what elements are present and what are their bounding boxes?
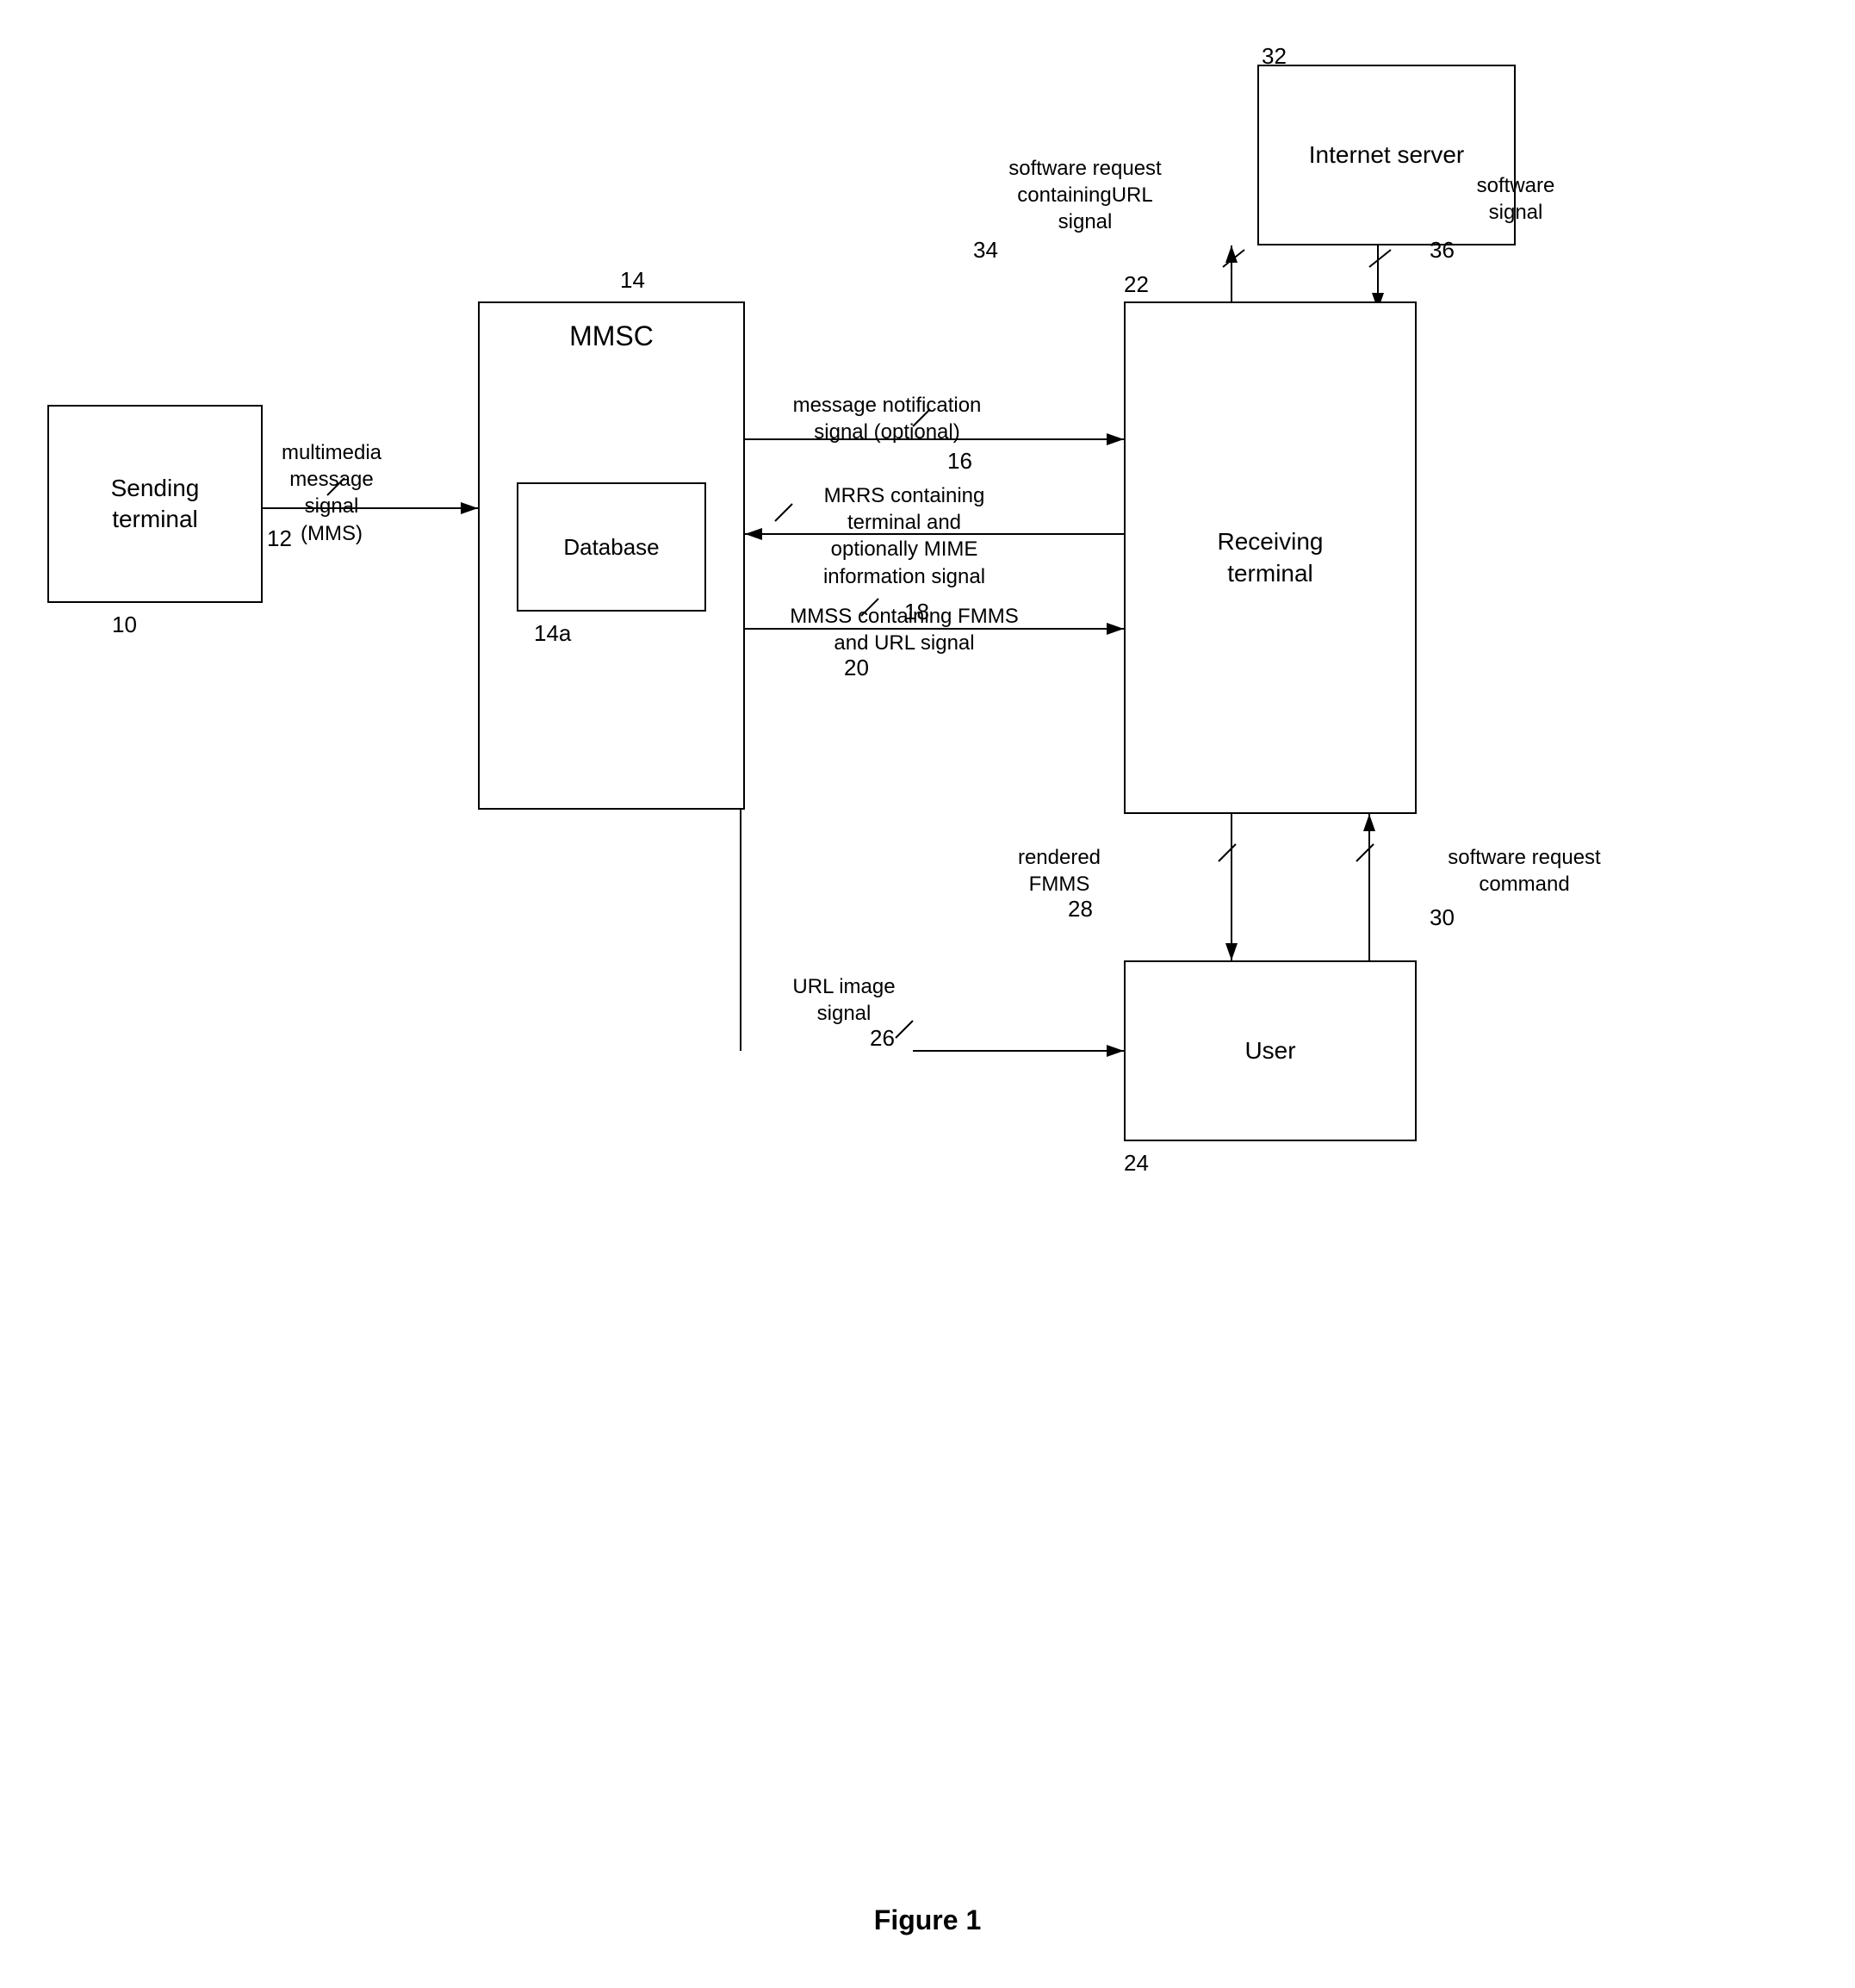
software-signal-label: softwaresignal (1430, 172, 1602, 226)
notification-signal-label: message notificationsignal (optional) (749, 392, 1025, 445)
ref-16: 16 (947, 448, 972, 475)
ref-34: 34 (973, 237, 998, 264)
ref-10: 10 (112, 612, 137, 638)
ref-24: 24 (1124, 1150, 1149, 1177)
diagram: Internet server 32 Sendingterminal 10 MM… (0, 0, 1855, 1895)
sending-terminal-label: Sendingterminal (111, 473, 200, 536)
software-request-cmd-label: software requestcommand (1430, 844, 1619, 898)
sending-terminal-box: Sendingterminal (47, 405, 263, 603)
ref-30: 30 (1430, 904, 1455, 931)
mmsc-label: MMSC (480, 319, 743, 355)
mrrs-signal-label: MRRS containingterminal andoptionally MI… (749, 482, 1059, 590)
user-box: User (1124, 960, 1417, 1141)
internet-server-label: Internet server (1309, 140, 1465, 171)
user-label: User (1244, 1035, 1295, 1066)
ref-14: 14 (620, 267, 645, 294)
ref-36: 36 (1430, 237, 1455, 264)
url-image-signal-label: URL imagesignal (749, 973, 939, 1027)
ref-20: 20 (844, 655, 869, 681)
ref-12: 12 (267, 525, 292, 552)
software-request-url-label: software requestcontainingURLsignal (965, 155, 1206, 236)
receiving-terminal-box: Receivingterminal (1124, 301, 1417, 814)
database-label: Database (563, 534, 659, 561)
ref-32: 32 (1262, 43, 1287, 70)
ref-28: 28 (1068, 896, 1093, 923)
mmss-signal-label: MMSS containing FMMSand URL signal (749, 603, 1059, 656)
receiving-terminal-label: Receivingterminal (1218, 526, 1324, 589)
ref-14a: 14a (534, 620, 571, 647)
figure-caption: Figure 1 (0, 1904, 1855, 1936)
diagram-arrows (0, 0, 1855, 1895)
ref-26: 26 (870, 1025, 895, 1052)
rendered-fmms-label: renderedFMMS (973, 844, 1145, 898)
ref-22: 22 (1124, 271, 1149, 298)
database-box: Database (517, 482, 706, 612)
